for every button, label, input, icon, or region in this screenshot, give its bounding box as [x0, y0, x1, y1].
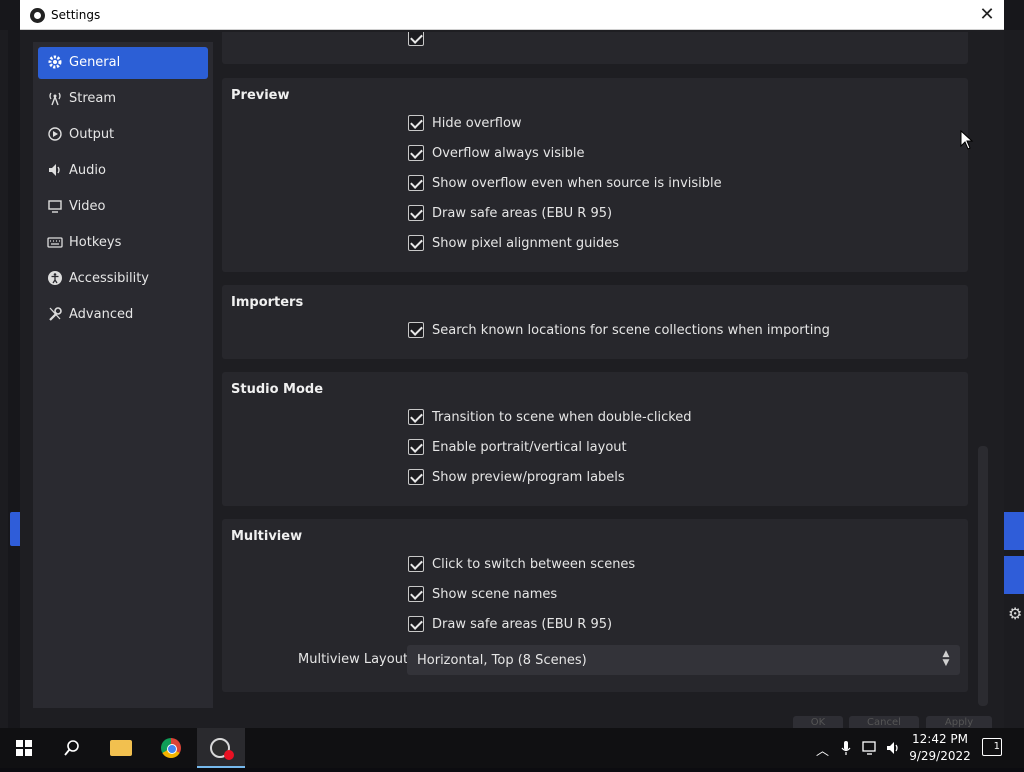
obs-logo-icon — [30, 8, 45, 23]
apply-button[interactable]: Apply — [926, 716, 992, 728]
network-icon[interactable] — [862, 740, 880, 760]
sidebar-item-stream[interactable]: Stream — [38, 83, 208, 115]
close-button[interactable]: ✕ — [972, 2, 1002, 28]
taskbar: ︿ 12:42 PM 9/29/2022 1 — [0, 728, 1024, 768]
multiview-layout-select[interactable]: Horizontal, Top (8 Scenes) ▲ ▼ — [407, 645, 960, 675]
sidebar-item-hotkeys[interactable]: Hotkeys — [38, 227, 208, 259]
checkbox-label: Click to switch between scenes — [432, 557, 636, 572]
group-title: Preview — [231, 88, 290, 103]
start-button[interactable] — [0, 728, 48, 768]
settings-sidebar: General Stream Output Audio Video Hotkey… — [33, 42, 213, 708]
checkbox-label: Show preview/program labels — [432, 470, 625, 485]
title-bar[interactable]: Settings ✕ — [20, 0, 1004, 30]
monitor-icon — [46, 198, 64, 216]
sidebar-item-label: Stream — [69, 91, 117, 106]
sidebar-item-output[interactable]: Output — [38, 119, 208, 151]
wrench-icon — [46, 306, 64, 324]
sidebar-item-accessibility[interactable]: Accessibility — [38, 263, 208, 295]
folder-icon — [110, 740, 132, 756]
windows-logo-icon — [16, 740, 32, 756]
checkbox[interactable] — [408, 322, 424, 338]
background-app-right-edge — [1004, 30, 1024, 728]
previous-group-panel — [222, 32, 968, 64]
checkbox-label: Show overflow even when source is invisi… — [432, 176, 722, 191]
window-title: Settings — [51, 8, 101, 22]
checkbox[interactable] — [408, 439, 424, 455]
checkbox[interactable] — [408, 556, 424, 572]
recording-indicator-icon — [224, 750, 234, 760]
keyboard-icon — [46, 234, 64, 252]
notification-center-icon[interactable]: 1 — [982, 738, 1002, 756]
sidebar-item-label: Accessibility — [69, 271, 149, 286]
sidebar-item-label: General — [69, 55, 121, 70]
checkbox-label: Show pixel alignment guides — [432, 236, 620, 251]
output-icon — [46, 126, 64, 144]
content-scrollbar[interactable] — [978, 446, 988, 706]
background-blue-button — [1004, 556, 1024, 594]
background-gear-icon: ⚙ — [1008, 604, 1023, 623]
antenna-icon — [46, 90, 64, 108]
checkbox[interactable] — [408, 32, 424, 46]
checkbox[interactable] — [408, 235, 424, 251]
select-value: Horizontal, Top (8 Scenes) — [417, 653, 587, 668]
group-title: Multiview — [231, 529, 303, 544]
chrome-button[interactable] — [148, 728, 196, 768]
microphone-icon[interactable] — [840, 740, 852, 760]
search-button[interactable] — [48, 728, 96, 768]
updown-chevron-icon: ▲ ▼ — [942, 649, 950, 668]
checkbox[interactable] — [408, 115, 424, 131]
checkbox-label: Overflow always visible — [432, 146, 585, 161]
checkbox[interactable] — [408, 175, 424, 191]
chevron-up-icon[interactable]: ︿ — [816, 740, 829, 759]
background-blue-button — [1004, 512, 1024, 550]
volume-icon[interactable] — [885, 740, 901, 760]
group-title: Importers — [231, 295, 304, 310]
obs-button[interactable] — [197, 728, 245, 768]
multiview-group: Multiview Click to switch between scenes… — [222, 519, 968, 692]
background-app-left-edge — [0, 30, 8, 728]
file-explorer-button[interactable] — [98, 728, 146, 768]
multiview-layout-label: Multiview Layout — [298, 652, 409, 667]
checkbox[interactable] — [408, 205, 424, 221]
sidebar-item-label: Output — [69, 127, 115, 142]
studio-mode-group: Studio Mode Transition to scene when dou… — [222, 372, 968, 506]
gear-icon — [46, 54, 64, 72]
dialog-buttons: OK Cancel Apply — [790, 716, 1000, 728]
sidebar-item-label: Audio — [69, 163, 106, 178]
sidebar-item-advanced[interactable]: Advanced — [38, 299, 208, 331]
sidebar-item-video[interactable]: Video — [38, 191, 208, 223]
checkbox[interactable] — [408, 586, 424, 602]
settings-window: Settings ✕ General Stream Output Audio V… — [20, 0, 1004, 728]
cancel-button[interactable]: Cancel — [849, 716, 919, 728]
checkbox[interactable] — [408, 616, 424, 632]
checkbox-label: Transition to scene when double-clicked — [432, 410, 692, 425]
sidebar-item-general[interactable]: General — [38, 47, 208, 79]
checkbox[interactable] — [408, 469, 424, 485]
clock-date: 9/29/2022 — [909, 749, 971, 763]
checkbox-label: Show scene names — [432, 587, 558, 602]
clock-time: 12:42 PM — [912, 732, 968, 746]
checkbox[interactable] — [408, 145, 424, 161]
sidebar-item-label: Advanced — [69, 307, 134, 322]
checkbox-label: Hide overflow — [432, 116, 522, 131]
ok-button[interactable]: OK — [793, 716, 843, 728]
sidebar-item-label: Video — [69, 199, 106, 214]
checkbox-label: Search known locations for scene collect… — [432, 323, 830, 338]
sidebar-item-label: Hotkeys — [69, 235, 122, 250]
preview-group: Preview Hide overflow Overflow always vi… — [222, 78, 968, 272]
checkbox-label: Draw safe areas (EBU R 95) — [432, 206, 613, 221]
sidebar-item-audio[interactable]: Audio — [38, 155, 208, 187]
settings-content-scroll-area[interactable]: Preview Hide overflow Overflow always vi… — [220, 32, 972, 712]
checkbox-label: Draw safe areas (EBU R 95) — [432, 617, 613, 632]
search-icon — [64, 740, 79, 756]
speaker-icon — [46, 162, 64, 180]
importers-group: Importers Search known locations for sce… — [222, 285, 968, 359]
checkbox[interactable] — [408, 409, 424, 425]
chrome-icon — [161, 738, 181, 758]
group-title: Studio Mode — [231, 382, 324, 397]
system-clock[interactable]: 12:42 PM 9/29/2022 — [905, 731, 975, 765]
checkbox-label: Enable portrait/vertical layout — [432, 440, 627, 455]
notification-count: 1 — [993, 741, 1000, 752]
accessibility-icon — [46, 270, 64, 288]
